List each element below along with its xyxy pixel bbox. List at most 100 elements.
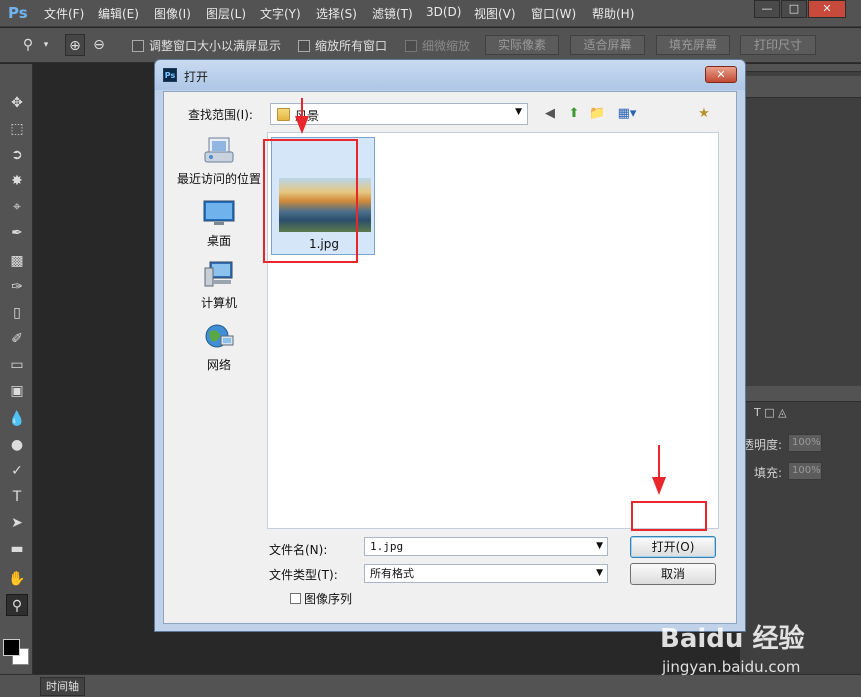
desktop-icon bbox=[203, 200, 235, 225]
blur-tool-icon[interactable]: 💧 bbox=[6, 408, 28, 430]
menu-help[interactable]: 帮助(H) bbox=[592, 5, 634, 22]
zoom-in-icon[interactable]: ⊕ bbox=[65, 34, 85, 56]
path-selection-tool-icon[interactable]: ➤ bbox=[6, 512, 28, 534]
bridge-icon[interactable]: ★ bbox=[696, 106, 712, 122]
image-sequence-checkbox[interactable] bbox=[290, 593, 301, 604]
cancel-button[interactable]: 取消 bbox=[630, 563, 716, 585]
menu-type[interactable]: 文字(Y) bbox=[260, 5, 301, 22]
image-sequence-label: 图像序列 bbox=[304, 592, 353, 606]
annotation-arrow-file bbox=[301, 98, 303, 118]
place-computer[interactable]: 计算机 bbox=[174, 260, 264, 311]
fit-screen-button[interactable]: 适合屏幕 bbox=[570, 35, 645, 55]
open-button[interactable]: 打开(O) bbox=[630, 536, 716, 558]
panel-tab-bar-1 bbox=[740, 76, 861, 98]
eraser-tool-icon[interactable]: ▭ bbox=[6, 354, 28, 376]
fill-screen-button[interactable]: 填充屏幕 bbox=[656, 35, 730, 55]
scrubby-zoom-option[interactable]: 细微缩放 bbox=[405, 37, 470, 54]
close-window-button[interactable]: ✕ bbox=[808, 0, 846, 18]
filetype-select[interactable]: 所有格式 ▼ bbox=[364, 564, 608, 583]
brush-tool-icon[interactable]: ✑ bbox=[6, 276, 28, 298]
options-bar: ⚲ ▾ ⊕ ⊖ 调整窗口大小以满屏显示 缩放所有窗口 细微缩放 实际像素 适合屏… bbox=[0, 28, 861, 63]
resize-windows-option[interactable]: 调整窗口大小以满屏显示 bbox=[132, 37, 281, 54]
healing-brush-tool-icon[interactable]: ▩ bbox=[6, 250, 28, 272]
zoom-tool-icon-active[interactable]: ⚲ bbox=[6, 594, 28, 616]
menu-layer[interactable]: 图层(L) bbox=[206, 5, 246, 22]
timeline-tab[interactable]: 时间轴 bbox=[40, 677, 85, 696]
image-sequence-option[interactable]: 图像序列 bbox=[290, 590, 352, 607]
photoshop-logo: Ps bbox=[8, 4, 28, 22]
clone-stamp-tool-icon[interactable]: ▯ bbox=[6, 302, 28, 324]
place-label-network: 网络 bbox=[206, 358, 231, 372]
opacity-field[interactable]: 100% bbox=[788, 434, 822, 452]
scrubby-zoom-checkbox[interactable] bbox=[405, 40, 417, 52]
up-folder-icon[interactable]: ⬆ bbox=[566, 106, 582, 122]
annotation-arrow-open bbox=[658, 445, 660, 479]
computer-icon bbox=[204, 261, 233, 287]
zoom-out-icon[interactable]: ⊖ bbox=[89, 34, 109, 56]
chevron-down-icon: ▼ bbox=[515, 107, 522, 117]
look-in-label: 查找范围(I): bbox=[188, 108, 253, 122]
dialog-title: 打开 bbox=[184, 70, 209, 84]
place-label-recent: 最近访问的位置 bbox=[176, 172, 261, 186]
new-folder-icon[interactable]: 📁 bbox=[589, 106, 605, 122]
network-globe-icon bbox=[205, 324, 234, 348]
filename-input[interactable]: 1.jpg ▼ bbox=[364, 537, 608, 556]
place-network[interactable]: 网络 bbox=[174, 322, 264, 373]
tool-preset-chevron-icon[interactable]: ▾ bbox=[36, 34, 56, 56]
annotation-box-file bbox=[263, 139, 358, 263]
menu-edit[interactable]: 编辑(E) bbox=[98, 5, 139, 22]
marquee-tool-icon[interactable]: ⬚ bbox=[6, 118, 28, 140]
actual-pixels-button[interactable]: 实际像素 bbox=[485, 35, 559, 55]
filetype-value: 所有格式 bbox=[370, 567, 414, 580]
lasso-tool-icon[interactable]: ➲ bbox=[6, 144, 28, 166]
tools-panel: ✥ ⬚ ➲ ✸ ⌖ ✒ ▩ ✑ ▯ ✐ ▭ ▣ 💧 ● ✓ T ➤ ▬ ✋ ⚲ bbox=[0, 64, 33, 674]
resize-windows-checkbox[interactable] bbox=[132, 40, 144, 52]
rectangle-tool-icon[interactable]: ▬ bbox=[6, 538, 28, 560]
menu-filter[interactable]: 滤镜(T) bbox=[372, 5, 413, 22]
restore-button[interactable]: □ bbox=[781, 0, 807, 18]
panel-strip-top bbox=[740, 64, 861, 72]
dialog-close-button[interactable]: ✕ bbox=[705, 66, 737, 83]
zoom-all-option[interactable]: 缩放所有窗口 bbox=[298, 37, 387, 54]
minimize-button[interactable]: — bbox=[754, 0, 780, 18]
print-size-button[interactable]: 打印尺寸 bbox=[740, 35, 816, 55]
eyedropper-tool-icon[interactable]: ✒ bbox=[6, 222, 28, 244]
filename-label: 文件名(N): bbox=[269, 543, 328, 557]
back-icon[interactable]: ◀ bbox=[542, 106, 558, 122]
menu-view[interactable]: 视图(V) bbox=[474, 5, 516, 22]
place-label-desktop: 桌面 bbox=[206, 234, 231, 248]
magic-wand-tool-icon[interactable]: ✸ bbox=[6, 170, 28, 192]
history-brush-tool-icon[interactable]: ✐ bbox=[6, 328, 28, 350]
menu-file[interactable]: 文件(F) bbox=[44, 5, 84, 22]
chevron-down-icon[interactable]: ▼ bbox=[596, 565, 603, 582]
hand-tool-icon[interactable]: ✋ bbox=[6, 568, 28, 590]
menu-3d[interactable]: 3D(D) bbox=[426, 5, 461, 19]
menu-bar: Ps 文件(F) 编辑(E) 图像(I) 图层(L) 文字(Y) 选择(S) 滤… bbox=[0, 0, 861, 27]
crop-tool-icon[interactable]: ⌖ bbox=[6, 196, 28, 218]
menu-select[interactable]: 选择(S) bbox=[316, 5, 357, 22]
move-tool-icon[interactable]: ✥ bbox=[6, 92, 28, 114]
gradient-tool-icon[interactable]: ▣ bbox=[6, 380, 28, 402]
layer-filter-icons[interactable]: T □ ◬ bbox=[754, 406, 787, 419]
watermark-url: jingyan.baidu.com bbox=[662, 658, 801, 676]
place-desktop[interactable]: 桌面 bbox=[174, 198, 264, 249]
menu-image[interactable]: 图像(I) bbox=[154, 5, 191, 22]
places-sidebar: 最近访问的位置 桌面 计算机 网络 bbox=[174, 132, 264, 570]
fill-field[interactable]: 100% bbox=[788, 462, 822, 480]
dodge-tool-icon[interactable]: ● bbox=[6, 434, 28, 456]
chevron-down-icon[interactable]: ▼ bbox=[596, 538, 603, 555]
type-tool-icon[interactable]: T bbox=[6, 486, 28, 508]
resize-windows-label: 调整窗口大小以满屏显示 bbox=[149, 39, 282, 53]
zoom-all-label: 缩放所有窗口 bbox=[315, 39, 388, 53]
pen-tool-icon[interactable]: ✓ bbox=[6, 460, 28, 482]
place-recent[interactable]: 最近访问的位置 bbox=[174, 136, 264, 187]
dialog-body: 查找范围(I): 风景 ▼ ◀ ⬆ 📁 ▦▾ ★ 最近访问的位置 桌面 计算机 … bbox=[163, 91, 737, 624]
annotation-arrowhead-file bbox=[295, 116, 309, 134]
foreground-color-swatch[interactable] bbox=[3, 639, 20, 656]
menu-window[interactable]: 窗口(W) bbox=[531, 5, 576, 22]
filetype-label: 文件类型(T): bbox=[269, 568, 338, 582]
view-menu-icon[interactable]: ▦▾ bbox=[614, 106, 640, 122]
zoom-tool-icon[interactable]: ⚲ bbox=[18, 34, 38, 56]
place-label-computer: 计算机 bbox=[200, 296, 237, 310]
zoom-all-checkbox[interactable] bbox=[298, 40, 310, 52]
